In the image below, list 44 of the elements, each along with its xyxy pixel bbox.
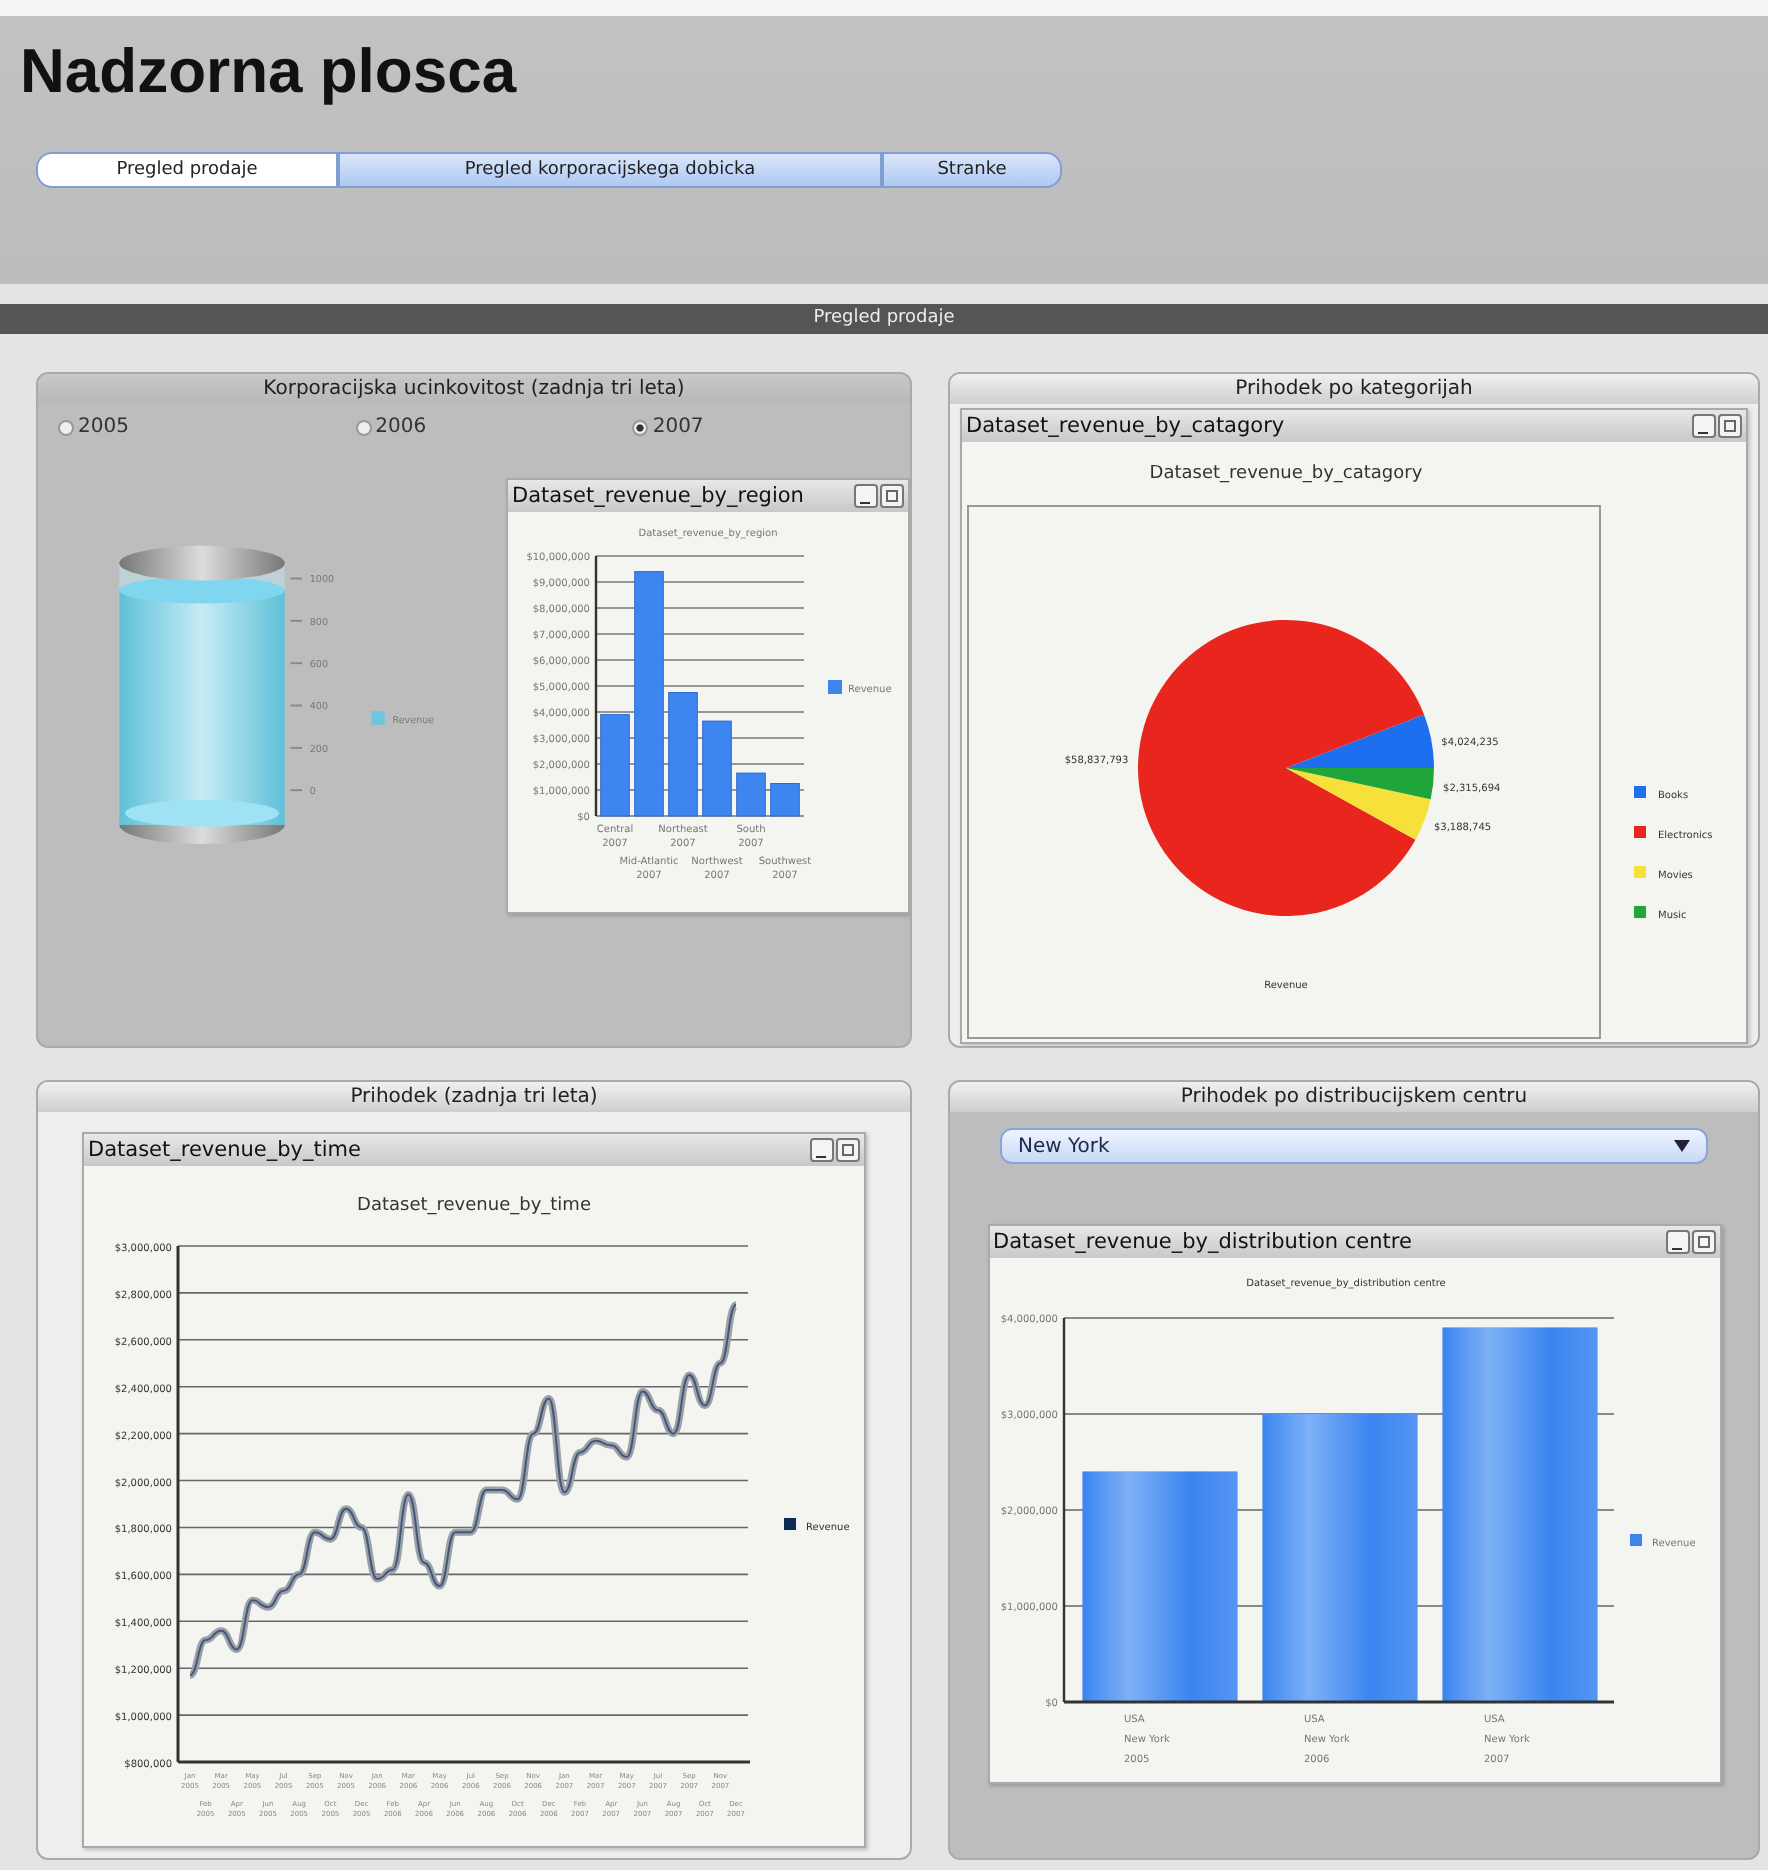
chart-title: Dataset_revenue_by_catagory [1149,464,1423,484]
panel-title: Prihodek po kategorijah [950,374,1758,404]
radio-icon[interactable] [58,419,74,435]
maximize-icon[interactable] [836,1138,860,1162]
bar [736,772,766,817]
legend-swatch [784,1518,796,1530]
minimize-icon[interactable] [810,1138,834,1162]
location-dropdown[interactable]: New York [1000,1128,1708,1164]
legend-swatch [1629,1534,1641,1546]
bar [770,783,800,817]
chart-title: Dataset_revenue_by_time [357,1196,591,1216]
maximize-icon[interactable] [880,484,904,508]
legend-swatch [1634,826,1646,838]
window-title: Dataset_revenue_by_catagory [966,414,1285,438]
tab[interactable]: Stranke [882,152,1062,188]
legend-swatch [828,680,842,694]
minimize-icon[interactable] [1665,1230,1689,1254]
radio-icon[interactable] [355,419,372,435]
dashboard-title: Nadzorna plosca [20,36,519,108]
tab[interactable]: Pregled korporacijskega dobicka [338,152,882,188]
maximize-icon[interactable] [1691,1230,1715,1254]
window-title: Dataset_revenue_by_time [88,1138,361,1162]
tab[interactable]: Pregled prodaje [36,152,338,188]
window-title: Dataset_revenue_by_region [512,484,804,508]
bar [600,714,630,817]
dropdown-arrow-icon [1674,1140,1690,1152]
panel-title: Prihodek (zadnja tri leta) [38,1082,910,1112]
year-radio[interactable]: 2006 [335,416,633,438]
maximize-icon[interactable] [1718,414,1742,438]
legend-swatch [1634,866,1646,878]
window-title: Dataset_revenue_by_distribution centre [993,1230,1412,1254]
legend-swatch [1634,786,1646,798]
bar [702,720,732,817]
year-radio[interactable]: 2007 [632,416,910,438]
legend-swatch [1634,906,1646,918]
section-bar: Pregled prodaje [0,304,1768,334]
minimize-icon[interactable] [1692,414,1716,438]
legend-swatch [371,711,385,725]
panel-title: Prihodek po distribucijskem centru [950,1082,1758,1112]
year-radio[interactable]: 2005 [38,416,336,438]
radio-icon[interactable] [632,419,649,435]
panel-title: Korporacijska ucinkovitost (zadnja tri leta) [38,374,910,404]
bar [668,692,698,817]
minimize-icon[interactable] [854,484,878,508]
